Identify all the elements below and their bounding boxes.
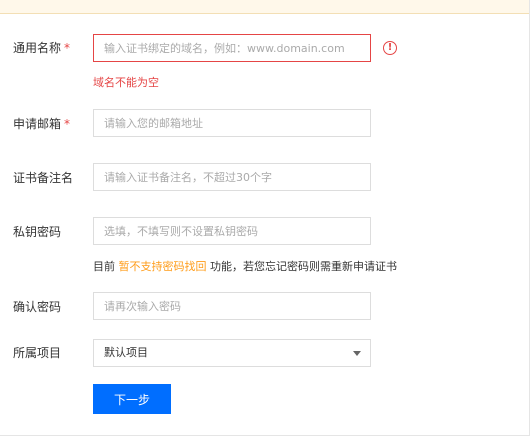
private-key-password-input[interactable] — [93, 217, 371, 245]
password-hint-prefix: 目前 — [93, 260, 119, 273]
project-select[interactable]: 默认项目 — [93, 339, 371, 367]
common-name-label-text: 通用名称 — [13, 41, 62, 55]
required-mark: * — [64, 117, 71, 131]
common-name-label: 通用名称 * — [13, 40, 70, 56]
confirm-password-input[interactable] — [93, 292, 371, 320]
password-hint-suffix: 功能，若您忘记密码则需重新申请证书 — [206, 260, 397, 273]
project-select-value: 默认项目 — [104, 346, 148, 359]
remark-input[interactable] — [93, 163, 371, 191]
email-input[interactable] — [93, 109, 371, 137]
notice-banner — [0, 0, 530, 14]
error-icon: ! — [383, 41, 397, 55]
required-mark: * — [64, 41, 71, 55]
common-name-error: 域名不能为空 — [93, 76, 159, 89]
project-label: 所属项目 — [13, 346, 62, 360]
next-button[interactable]: 下一步 — [93, 384, 171, 414]
chevron-down-icon — [353, 351, 361, 356]
email-label-text: 申请邮箱 — [13, 117, 62, 131]
confirm-password-label: 确认密码 — [13, 300, 62, 314]
password-hint: 目前 暂不支持密码找回 功能，若您忘记密码则需重新申请证书 — [93, 258, 397, 274]
private-key-password-label: 私钥密码 — [13, 225, 62, 239]
common-name-input[interactable] — [93, 34, 371, 62]
remark-label: 证书备注名 — [13, 171, 74, 185]
email-label: 申请邮箱 * — [13, 116, 70, 132]
password-hint-warning: 暂不支持密码找回 — [118, 260, 207, 273]
